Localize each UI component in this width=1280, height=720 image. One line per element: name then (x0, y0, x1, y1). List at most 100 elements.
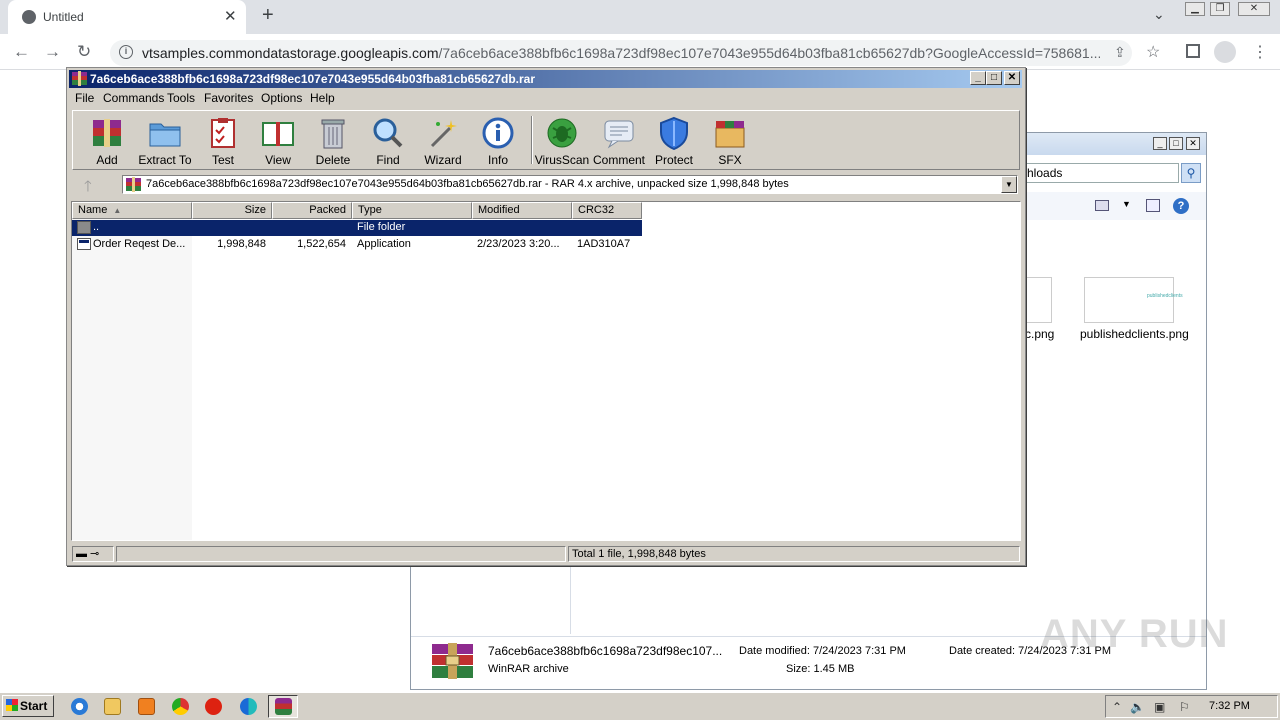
window-restore-button[interactable]: ❐ (1210, 2, 1230, 16)
winrar-maximize-button[interactable]: □ (986, 71, 1002, 85)
explorer-search-field[interactable]: hloads (1025, 163, 1179, 183)
view-icon[interactable] (1095, 200, 1109, 211)
parent-folder-icon (77, 221, 91, 234)
windows-flag-icon (6, 699, 18, 711)
book-icon (262, 122, 294, 146)
status-total: Total 1 file, 1,998,848 bytes (568, 546, 1020, 562)
folder-icon (149, 123, 181, 147)
archive-path-text: 7a6ceb6ace388bfb6c1698a723df98ec107e7043… (146, 178, 789, 190)
winrar-archive-icon (432, 643, 473, 679)
new-tab-button[interactable]: + (262, 4, 274, 27)
side-panel-icon[interactable] (1186, 44, 1200, 58)
forward-arrow-icon[interactable]: → (44, 42, 61, 62)
up-arrow-icon[interactable]: 🡑 (84, 176, 92, 201)
explorer-minimize-button[interactable]: _ (1153, 137, 1167, 150)
window-minimize-button[interactable]: ▁ (1185, 2, 1205, 16)
search-icon[interactable]: ⚲ (1181, 163, 1201, 183)
sfx-box-icon (715, 121, 745, 148)
profile-avatar-icon[interactable] (1214, 41, 1236, 63)
comment-icon (604, 120, 634, 149)
help-icon[interactable]: ? (1173, 198, 1189, 214)
menu-help[interactable]: Help (310, 91, 335, 105)
row-packed: 1,522,654 (297, 238, 346, 250)
globe-icon (22, 10, 36, 24)
column-header-packed[interactable]: Packed (272, 202, 352, 219)
row-size: 1,998,848 (217, 238, 266, 250)
row-type: Application (357, 238, 411, 250)
info-button[interactable]: Info (470, 112, 526, 168)
pane-divider[interactable] (570, 566, 571, 634)
sort-ascending-icon: ▲ (113, 206, 122, 215)
drive-key-icon[interactable]: ▬ ⊸ (72, 546, 114, 562)
status-left-pane (116, 546, 566, 562)
media-player-icon[interactable] (138, 698, 155, 715)
flag-icon[interactable]: ⚐ (1179, 700, 1190, 714)
menu-favorites[interactable]: Favorites (204, 91, 253, 105)
url-text[interactable]: vtsamples.commondatastorage.googleapis.c… (142, 45, 1100, 61)
column-header-modified[interactable]: Modified (472, 202, 572, 219)
info-icon (482, 117, 514, 149)
clock[interactable]: 7:32 PM (1209, 700, 1250, 712)
explorer-maximize-button[interactable]: □ (1169, 137, 1183, 150)
add-archive-icon (93, 119, 121, 147)
details-size: Size: 1.45 MB (786, 663, 855, 675)
menu-file[interactable]: File (75, 91, 94, 105)
tab-search-chevron-icon[interactable]: ⌄ (1153, 6, 1165, 23)
file-thumbnail[interactable] (1025, 277, 1052, 323)
path-dropdown-icon[interactable]: ▼ (1001, 176, 1017, 193)
file-label[interactable]: c.png (1025, 327, 1054, 341)
opera-icon[interactable] (205, 698, 222, 715)
back-arrow-icon[interactable]: ← (13, 42, 30, 62)
file-explorer-icon[interactable] (104, 698, 121, 715)
share-icon[interactable]: ⇪ (1114, 44, 1126, 61)
tab-title: Untitled (43, 10, 84, 24)
watermark: ANY RUN (1040, 612, 1229, 656)
explorer-close-button[interactable]: ✕ (1186, 137, 1200, 150)
file-label[interactable]: publishedclients.png (1080, 327, 1189, 341)
url-host: vtsamples.commondatastorage.googleapis.c… (142, 45, 439, 61)
menu-tools[interactable]: Tools (167, 91, 195, 105)
browser-menu-icon[interactable]: ⋮ (1252, 42, 1268, 62)
winrar-close-button[interactable]: ✕ (1004, 71, 1020, 85)
volume-icon[interactable]: 🔈 (1130, 700, 1145, 714)
winrar-minimize-button[interactable]: _ (970, 71, 986, 85)
column-header-crc32[interactable]: CRC32 (572, 202, 642, 219)
tray-expand-icon[interactable]: ⌃ (1112, 700, 1122, 714)
rar-archive-icon (126, 177, 141, 192)
row-crc32: 1AD310A7 (577, 238, 631, 250)
view-dropdown-icon[interactable]: ▼ (1122, 199, 1131, 209)
row-modified: 2/23/2023 3:20... (477, 238, 560, 250)
window-close-button[interactable]: ✕ (1238, 2, 1270, 16)
details-file-type: WinRAR archive (488, 663, 569, 675)
column-header-name[interactable]: Name ▲ (72, 202, 192, 219)
chrome-icon[interactable] (172, 698, 189, 715)
row-type: File folder (357, 221, 406, 233)
internet-explorer-icon[interactable] (71, 698, 88, 715)
file-thumbnail[interactable]: publishedclients (1084, 277, 1183, 323)
bug-icon (547, 118, 577, 148)
column-name-label: Name (78, 204, 108, 216)
shield-icon (660, 116, 688, 150)
row-name: Order Reqest De... (93, 238, 186, 250)
winrar-taskbar-icon (275, 698, 292, 715)
menu-options[interactable]: Options (261, 91, 302, 105)
name-column-highlight (72, 219, 192, 540)
thumbnail-text: publishedclients (1147, 293, 1183, 299)
column-header-type[interactable]: Type (352, 202, 472, 219)
site-info-icon[interactable]: i (119, 45, 133, 59)
network-icon[interactable]: ▣ (1154, 700, 1165, 714)
sfx-button[interactable]: SFX (702, 112, 758, 168)
edge-icon[interactable] (240, 698, 257, 715)
tab-close-icon[interactable]: ✕ (224, 7, 237, 25)
menu-commands[interactable]: Commands (103, 91, 164, 105)
reload-icon[interactable]: ↻ (77, 42, 91, 62)
column-header-size[interactable]: Size (192, 202, 272, 219)
winrar-icon (72, 71, 87, 86)
preview-pane-icon[interactable] (1146, 199, 1160, 212)
row-name: .. (93, 221, 100, 233)
trash-icon (321, 119, 345, 149)
details-file-name: 7a6ceb6ace388bfb6c1698a723df98ec107... (488, 644, 723, 658)
url-path: /7a6ceb6ace388bfb6c1698a723df98ec107e704… (438, 45, 1101, 61)
bookmark-star-icon[interactable]: ☆ (1146, 42, 1160, 62)
magic-wand-icon (430, 120, 457, 148)
